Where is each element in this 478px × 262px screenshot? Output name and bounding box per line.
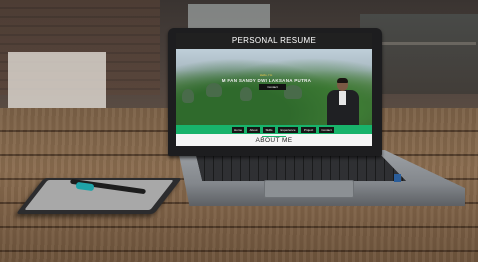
nav-item-contact[interactable]: Contact <box>319 126 334 133</box>
section-title-about: ABOUT ME <box>255 137 293 144</box>
person-shirt <box>339 91 346 105</box>
hero-tree <box>182 89 194 103</box>
nav-item-experience[interactable]: Experience <box>278 126 298 133</box>
laptop-screen: PERSONAL RESUME Hello, I'm M FAN SANDY D… <box>176 33 372 146</box>
hero-contact-button[interactable]: Contact <box>259 84 286 90</box>
site-header: PERSONAL RESUME <box>176 33 372 49</box>
laptop-touchpad <box>264 180 354 198</box>
background-window <box>188 4 270 28</box>
laptop-keyboard <box>196 155 406 181</box>
hero-name: M FAN SANDY DWI LAKSANA PUTRA <box>221 78 312 83</box>
person-hair <box>337 78 348 83</box>
shelf-board <box>366 42 476 45</box>
hero-tree <box>284 85 302 99</box>
background-panel <box>8 52 106 110</box>
hero-tree <box>240 87 252 101</box>
nav-item-about[interactable]: About <box>247 126 260 133</box>
nav-item-skills[interactable]: Skills <box>263 126 275 133</box>
site-nav-bar: Home About Skills Experience Project Con… <box>176 125 372 134</box>
site-title: PERSONAL RESUME <box>231 36 317 45</box>
nav-item-home[interactable]: Home <box>232 126 244 133</box>
hero-tree <box>206 83 222 97</box>
hero-subtitle: Hello, I'm <box>259 73 273 77</box>
laptop-sticker <box>394 174 401 182</box>
nav-item-project[interactable]: Project <box>301 126 316 133</box>
hero-banner: Hello, I'm M FAN SANDY DWI LAKSANA PUTRA… <box>176 49 372 126</box>
profile-photo <box>326 78 360 126</box>
